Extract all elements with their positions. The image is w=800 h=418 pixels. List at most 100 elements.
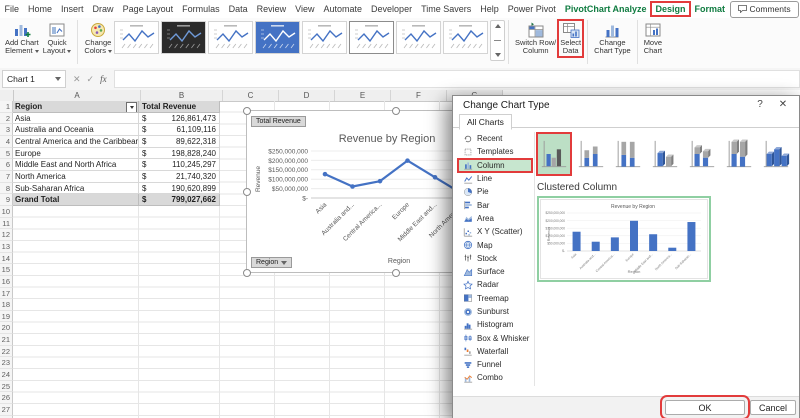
- menu-tab-help[interactable]: Help: [476, 2, 504, 16]
- chart-type-surface[interactable]: Surface: [458, 265, 532, 278]
- row-header-23[interactable]: 23: [0, 357, 13, 370]
- move-chart-button[interactable]: Move Chart: [642, 20, 664, 57]
- insert-function-icon[interactable]: fx: [100, 74, 107, 84]
- cell-revenue[interactable]: Total Revenue: [139, 101, 220, 113]
- chart-style-thumbnail-8[interactable]: [443, 21, 488, 54]
- menu-tab-power-pivot[interactable]: Power Pivot: [503, 2, 560, 16]
- chart-type-box-whisker[interactable]: Box & Whisker: [458, 331, 532, 344]
- menu-tab-draw[interactable]: Draw: [88, 2, 118, 16]
- chart-type-area[interactable]: Area: [458, 212, 532, 225]
- row-header-24[interactable]: 24: [0, 369, 13, 381]
- subtype-3d-100-stacked-column-icon[interactable]: [722, 133, 756, 175]
- scroll-up-icon[interactable]: [494, 24, 501, 28]
- cell-region[interactable]: Sub-Saharan Africa: [13, 182, 139, 195]
- menu-tab-page-layout[interactable]: Page Layout: [118, 2, 178, 16]
- cell-region[interactable]: North America: [13, 170, 139, 183]
- menu-tab-home[interactable]: Home: [24, 2, 57, 16]
- row-header-18[interactable]: 18: [0, 299, 13, 311]
- column-header-b[interactable]: B: [141, 90, 223, 101]
- table-row[interactable]: Europe $198,828,240: [13, 147, 220, 160]
- row-header-11[interactable]: 11: [0, 217, 13, 230]
- cell-revenue[interactable]: $61,109,116: [139, 124, 220, 136]
- row-header-10[interactable]: 10: [0, 205, 13, 218]
- chart-handle[interactable]: [243, 269, 251, 277]
- subtype-clustered-column-icon[interactable]: [536, 132, 572, 176]
- table-header-row[interactable]: Region Total Revenue: [13, 101, 220, 113]
- select-data-button[interactable]: Select Data: [557, 19, 585, 58]
- chart-type-waterfall[interactable]: Waterfall: [458, 345, 532, 358]
- menu-tab-time-savers[interactable]: Time Savers: [417, 2, 476, 16]
- row-header-27[interactable]: 27: [0, 404, 13, 416]
- chart-type-pie[interactable]: Pie: [458, 185, 532, 198]
- table-total-row[interactable]: Grand Total $799,027,662: [13, 194, 220, 206]
- cell-revenue[interactable]: $21,740,320: [139, 170, 220, 183]
- chart-type-sunburst[interactable]: Sunburst: [458, 305, 532, 318]
- menu-tab-review[interactable]: Review: [252, 2, 291, 16]
- row-header-4[interactable]: 4: [0, 135, 13, 148]
- chart-type-stock[interactable]: Stock: [458, 252, 532, 265]
- enter-entry-icon[interactable]: ✓: [87, 74, 95, 85]
- chart-style-thumbnail-6[interactable]: [349, 21, 394, 54]
- row-header-7[interactable]: 7: [0, 170, 13, 183]
- cell-region[interactable]: Grand Total: [13, 194, 139, 206]
- table-row[interactable]: North America $21,740,320: [13, 170, 220, 183]
- chart-handle[interactable]: [392, 269, 400, 277]
- menu-tab-developer[interactable]: Developer: [367, 2, 417, 16]
- column-header-a[interactable]: A: [14, 90, 141, 101]
- formula-input[interactable]: [113, 70, 800, 88]
- menu-tab-file[interactable]: File: [0, 2, 24, 16]
- row-header-12[interactable]: 12: [0, 229, 13, 241]
- chart-type-column[interactable]: Column: [457, 157, 533, 173]
- name-box[interactable]: Chart 1: [2, 70, 66, 88]
- chart-type-histogram[interactable]: Histogram: [458, 318, 532, 331]
- column-header-f[interactable]: F: [391, 90, 447, 101]
- value-field-button[interactable]: Total Revenue: [251, 116, 306, 127]
- row-header-13[interactable]: 13: [0, 240, 13, 253]
- row-header-16[interactable]: 16: [0, 275, 13, 288]
- row-header-6[interactable]: 6: [0, 159, 13, 171]
- chart-type-combo[interactable]: Combo: [458, 371, 532, 384]
- scroll-down-icon[interactable]: [494, 53, 501, 57]
- table-row[interactable]: Asia $126,861,473: [13, 112, 220, 125]
- cancel-entry-icon[interactable]: ✕: [73, 74, 81, 85]
- chart-style-thumbnail-7[interactable]: [396, 21, 441, 54]
- chart-type-templates[interactable]: Templates: [458, 145, 532, 158]
- chart-type-bar[interactable]: Bar: [458, 198, 532, 211]
- chart-handle[interactable]: [243, 107, 251, 115]
- table-row[interactable]: Middle East and North Africa $110,245,297: [13, 159, 220, 171]
- chart-type-radar[interactable]: Radar: [458, 278, 532, 291]
- menu-tab-insert[interactable]: Insert: [57, 2, 89, 16]
- gallery-scroll[interactable]: [490, 20, 505, 61]
- cell-region[interactable]: Middle East and North Africa: [13, 159, 139, 171]
- chart-type-map[interactable]: Map: [458, 238, 532, 251]
- cell-region[interactable]: Central America and the Caribbean: [13, 135, 139, 148]
- chart-preview[interactable]: Revenue by Region $250,000,000 $200,000,00…: [537, 196, 711, 282]
- chevron-down-icon[interactable]: [55, 77, 61, 81]
- column-header-e[interactable]: E: [335, 90, 391, 101]
- cell-revenue[interactable]: $126,861,473: [139, 112, 220, 125]
- subtype-3d-stacked-column-icon[interactable]: [685, 133, 719, 175]
- menu-tab-data[interactable]: Data: [224, 2, 252, 16]
- add-chart-element-button[interactable]: Add Chart Element: [3, 20, 41, 57]
- row-header-8[interactable]: 8: [0, 182, 13, 195]
- row-header-19[interactable]: 19: [0, 310, 13, 323]
- chart-style-thumbnail-3[interactable]: [208, 21, 253, 54]
- cancel-button[interactable]: Cancel: [750, 400, 796, 415]
- cell-revenue[interactable]: $190,620,899: [139, 182, 220, 195]
- column-header-c[interactable]: C: [223, 90, 279, 101]
- row-header-25[interactable]: 25: [0, 380, 13, 393]
- subtype-3d-column-icon[interactable]: [759, 133, 793, 175]
- menu-tab-format[interactable]: Format: [690, 2, 730, 16]
- row-header-14[interactable]: 14: [0, 252, 13, 265]
- row-header-2[interactable]: 2: [0, 112, 13, 125]
- chart-type-x-y-scatter[interactable]: X Y (Scatter): [458, 225, 532, 238]
- cell-revenue[interactable]: $89,622,318: [139, 135, 220, 148]
- comments-button[interactable]: Comments: [729, 0, 799, 18]
- row-header-5[interactable]: 5: [0, 147, 13, 160]
- subtype-100-stacked-column-icon[interactable]: [611, 133, 645, 175]
- cell-revenue[interactable]: $110,245,297: [139, 159, 220, 171]
- chart-handle[interactable]: [392, 107, 400, 115]
- filter-icon[interactable]: [126, 102, 137, 112]
- axis-field-button[interactable]: Region: [251, 257, 293, 268]
- help-icon[interactable]: ?: [753, 99, 767, 110]
